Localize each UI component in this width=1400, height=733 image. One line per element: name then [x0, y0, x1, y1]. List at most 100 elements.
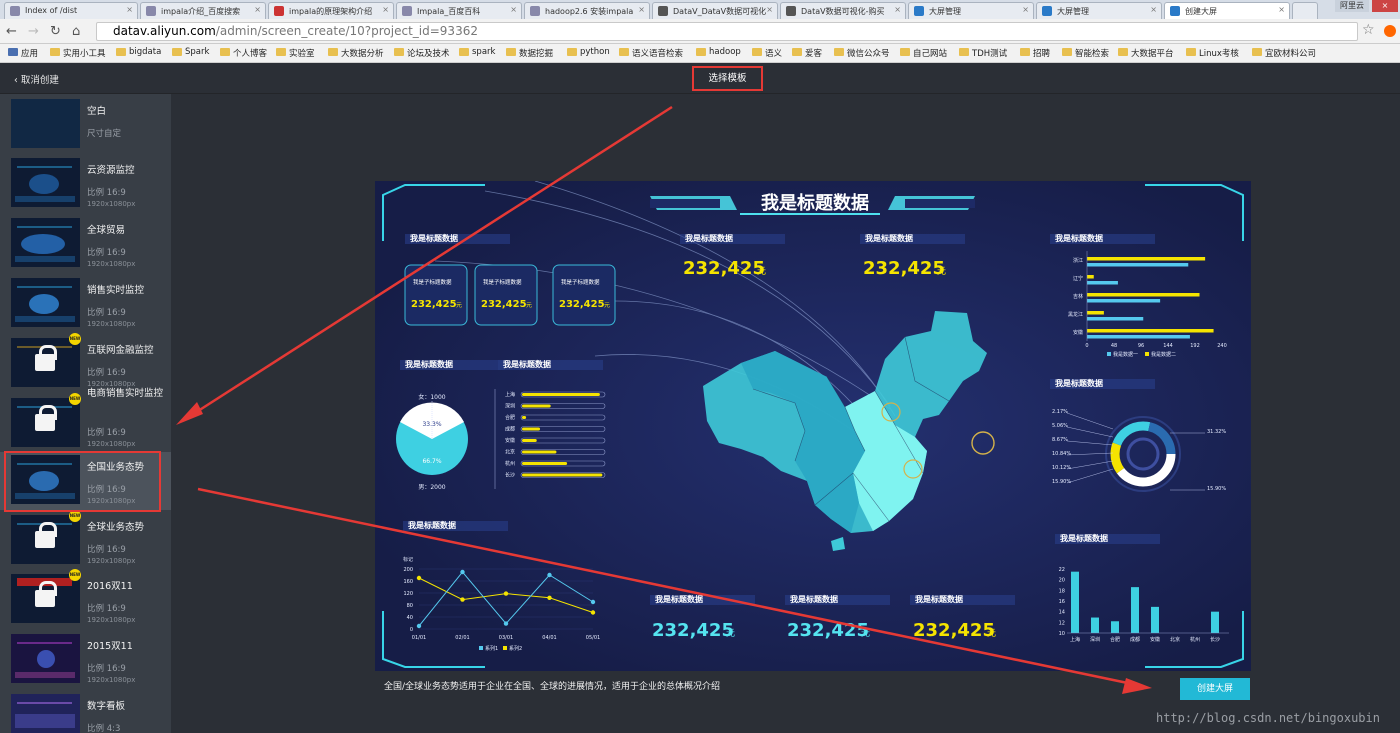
hbar-series1-bar	[1087, 293, 1200, 297]
bookmark-folder[interactable]: TDH测试	[959, 47, 1007, 59]
browser-tab[interactable]: hadoop2.6 安装impala ×	[524, 2, 650, 19]
close-icon[interactable]: ×	[766, 5, 773, 14]
bookmark-folder[interactable]: 自己网站	[900, 47, 947, 59]
home-icon[interactable]: ⌂	[72, 24, 80, 39]
browser-tab[interactable]: DataV数据可视化-购买 ×	[780, 2, 906, 19]
bar-category-label: 深圳	[505, 403, 515, 410]
template-thumbnail	[11, 338, 80, 387]
bookmark-folder[interactable]: 招聘	[1020, 47, 1050, 59]
bar-category-label: 安徽	[505, 437, 515, 444]
close-icon[interactable]: ×	[894, 5, 901, 14]
close-icon[interactable]: ×	[126, 5, 133, 14]
vbar-category-label: 上海	[1070, 636, 1080, 643]
browser-tab[interactable]: Impala_百度百科 ×	[396, 2, 522, 19]
new-tab-button[interactable]	[1292, 2, 1318, 19]
browser-tab[interactable]: impala的原理架构介绍 ×	[268, 2, 394, 19]
bookmark-folder[interactable]: 论坛及技术	[394, 47, 450, 59]
bookmark-folder[interactable]: 大数据分析	[328, 47, 384, 59]
template-item-locked[interactable]: NEW 互联网金融监控 比例 16:9 1920x1080px	[0, 333, 171, 393]
bookmark-folder[interactable]: 个人博客	[220, 47, 267, 59]
hbar-series2-bar	[1087, 299, 1161, 303]
browser-tab[interactable]: impala介绍_百度搜索 ×	[140, 2, 266, 19]
bar-fill	[522, 439, 537, 442]
template-item-locked[interactable]: NEW 2016双11 比例 16:9 1920x1080px	[0, 569, 171, 629]
template-thumbnail	[11, 574, 80, 623]
close-icon[interactable]: ×	[254, 5, 261, 14]
bar-fill	[522, 404, 551, 408]
window-close-icon[interactable]: ×	[1372, 0, 1398, 12]
template-name: 云资源监控	[87, 165, 135, 176]
close-icon[interactable]: ×	[1022, 5, 1029, 14]
bookmark-folder[interactable]: python	[567, 47, 610, 57]
panel-title: 我是标题数据	[685, 233, 733, 243]
hbar-series2-bar	[1087, 317, 1144, 321]
user-badge[interactable]: 阿里云	[1335, 0, 1369, 12]
sub-stat-box	[552, 264, 616, 326]
bookmark-folder[interactable]: 数据挖掘	[506, 47, 553, 59]
close-icon[interactable]: ×	[382, 5, 389, 14]
bookmark-folder[interactable]: 智能检索	[1062, 47, 1109, 59]
browser-tab[interactable]: DataV_DataV数据可视化 ×	[652, 2, 778, 19]
template-item[interactable]: 2015双11 比例 16:9 1920x1080px	[0, 631, 171, 689]
browser-tab[interactable]: 大屏管理 ×	[1036, 2, 1162, 19]
bar-category-label: 上海	[505, 391, 515, 398]
bookmark-folder[interactable]: bigdata	[116, 47, 161, 57]
close-icon[interactable]: ×	[1278, 5, 1285, 14]
line-point	[547, 572, 552, 578]
baidu-icon	[402, 6, 412, 16]
panel-title: 我是标题数据	[865, 233, 913, 243]
template-list[interactable]: 空白 尺寸自定 云资源监控 比例 16:9 1920x1080px 全球贸易 比…	[0, 94, 171, 733]
create-screen-button[interactable]: 创建大屏	[1180, 678, 1250, 700]
bookmark-folder[interactable]: spark	[459, 47, 495, 57]
template-item[interactable]: 数字看板 比例 4:3 1024x768px	[0, 691, 171, 733]
vbar-bar	[1091, 617, 1099, 633]
browser-tab-active[interactable]: 创建大屏 ×	[1164, 2, 1290, 19]
line-y-tick: 80	[407, 603, 413, 609]
template-item-locked[interactable]: NEW 全球业务态势 比例 16:9 1920x1080px	[0, 510, 171, 570]
extension-icon[interactable]	[1384, 25, 1396, 37]
back-arrow-icon[interactable]: ←	[6, 24, 17, 39]
hbar-tick-label: 96	[1138, 343, 1144, 349]
reload-icon[interactable]: ↻	[50, 24, 61, 39]
template-ratio: 比例 16:9	[87, 368, 126, 378]
new-badge: NEW	[69, 333, 81, 345]
cancel-create-link[interactable]: ‹ 取消创建	[14, 72, 59, 86]
bookmark-folder[interactable]: hadoop	[696, 47, 741, 57]
big-number-unit: 元	[987, 629, 996, 639]
bookmark-folder[interactable]: 爱客	[792, 47, 822, 59]
bookmark-folder[interactable]: 微信公众号	[834, 47, 890, 59]
bookmarks-bar: 应用 实用小工具 bigdata Spark 个人博客 实验室 大数据分析 论坛…	[0, 44, 1400, 63]
browser-tab[interactable]: Index of /dist ×	[4, 2, 138, 19]
line-y-tick: 120	[403, 591, 413, 597]
bookmark-folder[interactable]: 大数据平台	[1118, 47, 1174, 59]
bookmark-folder[interactable]: 语义语音检索	[619, 47, 683, 59]
template-item[interactable]: 云资源监控 比例 16:9 1920x1080px	[0, 155, 171, 213]
vbar-bar	[1211, 611, 1219, 633]
bookmark-star-icon[interactable]: ☆	[1362, 22, 1375, 38]
panel-title: 我是标题数据	[1055, 378, 1103, 388]
close-icon[interactable]: ×	[1150, 5, 1157, 14]
url-input[interactable]: datav.aliyun.com/admin/screen_create/10?…	[96, 22, 1358, 41]
bookmark-folder[interactable]: Linux考核	[1186, 47, 1239, 59]
csdn-icon	[274, 6, 284, 16]
bookmark-apps[interactable]: 应用	[8, 47, 38, 59]
bookmark-folder[interactable]: 宜欧材料公司	[1252, 47, 1316, 59]
bar-category-label: 合肥	[505, 414, 515, 421]
bookmark-folder[interactable]: 语义	[752, 47, 782, 59]
template-item-blank[interactable]: 空白 尺寸自定	[0, 96, 171, 154]
bookmark-folder[interactable]: 实验室	[276, 47, 315, 59]
close-icon[interactable]: ×	[510, 5, 517, 14]
forward-arrow-icon[interactable]: →	[28, 24, 39, 39]
lock-icon	[35, 581, 57, 607]
template-thumbnail	[11, 515, 80, 564]
template-item[interactable]: 销售实时监控 比例 16:9 1920x1080px	[0, 275, 171, 333]
browser-tab[interactable]: 大屏管理 ×	[908, 2, 1034, 19]
template-item-locked[interactable]: NEW 电商销售实时监控 比例 16:9 1920x1080px	[0, 388, 171, 453]
baidu-icon	[146, 6, 156, 16]
bookmark-folder[interactable]: Spark	[172, 47, 209, 57]
bookmark-folder[interactable]: 实用小工具	[50, 47, 106, 59]
close-icon[interactable]: ×	[638, 5, 645, 14]
donut-label: 31.32%	[1207, 429, 1226, 435]
template-item[interactable]: 全球贸易 比例 16:9 1920x1080px	[0, 215, 171, 273]
vbar-category-label: 北京	[1170, 636, 1180, 643]
